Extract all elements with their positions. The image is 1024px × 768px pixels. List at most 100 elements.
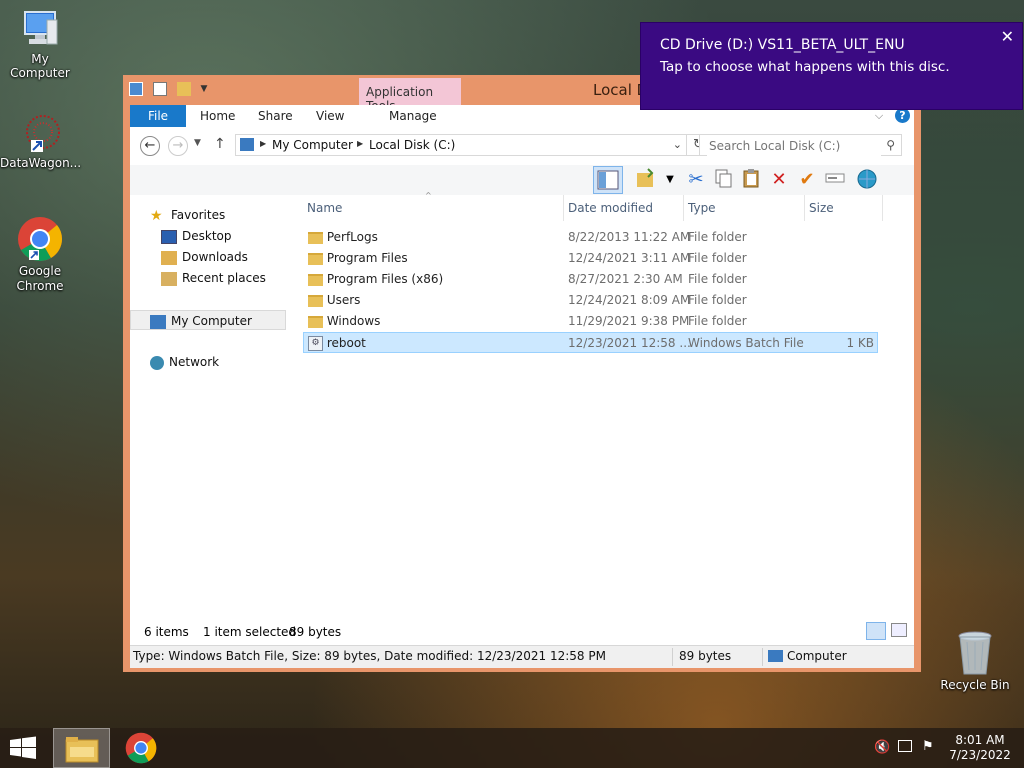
- globe-icon[interactable]: [854, 167, 880, 193]
- file-name: Program Files (x86): [326, 272, 444, 286]
- desktop-icon-my-computer[interactable]: My Computer: [0, 8, 80, 80]
- file-type: Windows Batch File: [688, 336, 804, 350]
- chevron-down-icon[interactable]: ▼: [657, 167, 683, 193]
- properties-icon[interactable]: [152, 81, 167, 96]
- action-center-flag-icon[interactable]: ⚑: [922, 739, 934, 754]
- explorer-app-icon[interactable]: [129, 81, 143, 96]
- clock[interactable]: 8:01 AM 7/23/2022: [945, 733, 1015, 763]
- delete-icon[interactable]: ✕: [766, 167, 792, 193]
- recent-locations-icon[interactable]: ▼: [194, 138, 201, 148]
- selection-size: 89 bytes: [289, 625, 342, 639]
- tab-share[interactable]: Share: [258, 105, 293, 127]
- address-dropdown-icon[interactable]: ⌄: [673, 138, 682, 151]
- back-button[interactable]: ←: [140, 136, 160, 156]
- computer-icon: [150, 314, 166, 329]
- nav-item-label: Network: [169, 355, 220, 369]
- clock-date: 7/23/2022: [949, 748, 1011, 762]
- tab-view[interactable]: View: [316, 105, 344, 127]
- column-header-date[interactable]: Date modified: [564, 195, 684, 221]
- status-location: Computer: [787, 649, 847, 663]
- explorer-window[interactable]: ▼ Application Tools Local D File Home Sh…: [123, 75, 921, 672]
- autoplay-toast[interactable]: CD Drive (D:) VS11_BETA_ULT_ENU Tap to c…: [640, 22, 1023, 110]
- new-folder-icon[interactable]: [176, 81, 191, 96]
- new-folder-icon[interactable]: [633, 167, 659, 193]
- quick-access-toolbar: ▼: [129, 81, 216, 99]
- copy-icon[interactable]: [710, 167, 736, 193]
- details-view-icon[interactable]: [866, 622, 886, 640]
- content-area: ★ Favorites Desktop Downloads Recent plac…: [130, 191, 914, 620]
- downloads-icon: [161, 250, 177, 265]
- large-icons-view-icon[interactable]: [891, 623, 907, 637]
- help-icon[interactable]: ?: [895, 108, 910, 123]
- close-icon[interactable]: ✕: [1001, 27, 1014, 46]
- nav-item-my-computer[interactable]: My Computer: [130, 310, 286, 330]
- nav-item-downloads[interactable]: Downloads: [161, 247, 248, 267]
- computer-icon: [768, 650, 783, 662]
- status-row: 6 items 1 item selected 89 bytes: [130, 620, 914, 645]
- breadcrumb-my-computer[interactable]: My Computer: [272, 138, 353, 152]
- network-icon: [150, 355, 164, 370]
- desktop-icon-google-chrome[interactable]: Google Chrome: [0, 216, 80, 294]
- network-icon[interactable]: [898, 740, 912, 752]
- desktop-icon-recycle-bin[interactable]: Recycle Bin: [935, 630, 1015, 692]
- file-row[interactable]: Program Files (x86) 8/27/2021 2:30 AM Fi…: [303, 269, 878, 290]
- preview-pane-button[interactable]: [593, 166, 623, 194]
- desktop-icon-datawagon[interactable]: DataWagon...: [0, 112, 81, 170]
- context-tab-application-tools: Application Tools: [359, 78, 461, 113]
- file-type: File folder: [688, 314, 747, 328]
- clock-time: 8:01 AM: [955, 733, 1005, 747]
- checkmark-icon[interactable]: ✔: [794, 167, 820, 193]
- status-details: Type: Windows Batch File, Size: 89 bytes…: [133, 649, 606, 663]
- nav-item-network[interactable]: Network: [150, 352, 219, 372]
- item-count: 6 items: [144, 625, 189, 639]
- file-row-selected[interactable]: ⚙ reboot 12/23/2021 12:58 ... Windows Ba…: [303, 332, 878, 353]
- taskbar-chrome-button[interactable]: [125, 732, 161, 764]
- column-header-size[interactable]: Size: [805, 195, 883, 221]
- folder-icon: [308, 273, 323, 286]
- computer-icon: [19, 8, 61, 50]
- address-input[interactable]: ▶ My Computer ▶ Local Disk (C:) ⌄: [235, 134, 687, 156]
- chevron-right-icon[interactable]: ▶: [357, 139, 363, 148]
- nav-item-label: Favorites: [171, 208, 226, 222]
- column-header-type[interactable]: Type: [684, 195, 805, 221]
- expand-ribbon-icon[interactable]: ⌵: [875, 109, 883, 122]
- forward-button[interactable]: →: [168, 136, 188, 156]
- file-row[interactable]: Windows 11/29/2021 9:38 PM File folder: [303, 311, 878, 332]
- file-date: 11/29/2021 9:38 PM: [568, 314, 690, 328]
- file-name: PerfLogs: [326, 230, 378, 244]
- nav-item-recent-places[interactable]: Recent places: [161, 268, 266, 288]
- folder-icon: [308, 315, 323, 328]
- file-row[interactable]: Users 12/24/2021 8:09 AM File folder: [303, 290, 878, 311]
- file-date: 12/24/2021 3:11 AM: [568, 251, 691, 265]
- file-row[interactable]: Program Files 12/24/2021 3:11 AM File fo…: [303, 248, 878, 269]
- file-name: Program Files: [326, 251, 408, 265]
- breadcrumb-local-disk[interactable]: Local Disk (C:): [369, 138, 455, 152]
- datawagon-icon: [19, 112, 61, 154]
- desktop-icon: [161, 229, 177, 244]
- chevron-right-icon[interactable]: ▶: [260, 139, 266, 148]
- speaker-muted-icon[interactable]: 🔇: [874, 740, 890, 755]
- nav-item-favorites[interactable]: ★ Favorites: [150, 205, 225, 225]
- rename-icon[interactable]: [822, 167, 848, 193]
- nav-item-label: My Computer: [171, 314, 252, 328]
- cut-icon[interactable]: ✂: [683, 167, 709, 193]
- nav-item-label: Downloads: [182, 250, 248, 264]
- tab-manage[interactable]: Manage: [389, 105, 437, 127]
- file-date: 8/22/2013 11:22 AM: [568, 230, 691, 244]
- search-input[interactable]: [707, 136, 881, 156]
- tab-file[interactable]: File: [130, 105, 186, 127]
- file-name: reboot: [326, 336, 366, 350]
- tab-home[interactable]: Home: [200, 105, 235, 127]
- search-box[interactable]: ⚲: [699, 134, 902, 156]
- column-header-name[interactable]: Name: [303, 195, 564, 221]
- nav-item-desktop[interactable]: Desktop: [161, 226, 232, 246]
- paste-icon[interactable]: [738, 167, 764, 193]
- up-arrow-icon[interactable]: ↑: [214, 136, 226, 152]
- chevron-down-icon[interactable]: ▼: [200, 82, 210, 96]
- start-button[interactable]: [8, 736, 38, 760]
- status-bar: Type: Windows Batch File, Size: 89 bytes…: [130, 645, 914, 668]
- search-icon[interactable]: ⚲: [886, 138, 895, 152]
- nav-item-label: Recent places: [182, 271, 266, 285]
- taskbar-explorer-button[interactable]: [53, 728, 110, 768]
- file-row[interactable]: PerfLogs 8/22/2013 11:22 AM File folder: [303, 227, 878, 248]
